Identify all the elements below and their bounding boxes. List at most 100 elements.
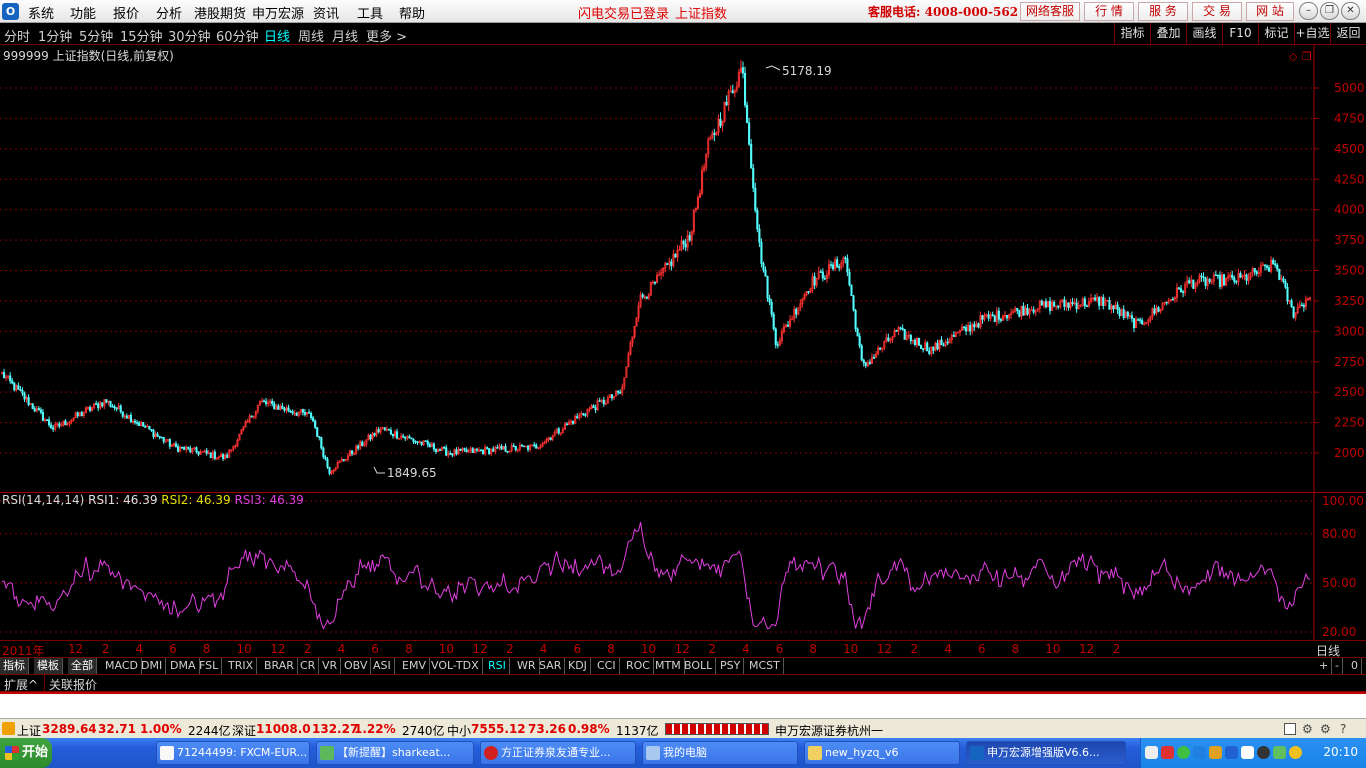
indicator-tab-brar[interactable]: BRAR [261, 658, 298, 675]
task-fxcm[interactable]: 71244499: FXCM-EUR... [156, 741, 310, 765]
indicator-tab-vol-tdx[interactable]: VOL-TDX [428, 658, 483, 675]
indicator-tab-asi[interactable]: ASI [370, 658, 395, 675]
tray-update-icon[interactable] [1289, 746, 1302, 759]
indicator-tab-rsi[interactable]: RSI [485, 658, 510, 675]
login-status: 闪电交易已登录 [578, 7, 670, 22]
toolbar-overlay-button[interactable]: 叠加 [1150, 23, 1186, 45]
indicator-tab-dmi[interactable]: DMI [138, 658, 167, 675]
indicator-tab-sar[interactable]: SAR [536, 658, 566, 675]
period-tick[interactable]: 分时 [4, 26, 30, 45]
indicator-tab-mtm[interactable]: MTM [652, 658, 685, 675]
indicator-tab-全部[interactable]: 全部 [68, 658, 97, 675]
minimize-icon[interactable]: – [1299, 2, 1318, 20]
tray-app2-icon[interactable] [1241, 746, 1254, 759]
toolbar-indicator-button[interactable]: 指标 [1114, 23, 1150, 45]
stock-chart[interactable]: 5000 4750 4500 4250 4000 3750 3500 3250 3000 2750… [0, 45, 1366, 640]
candle-body [1276, 264, 1279, 270]
period-1min[interactable]: 1分钟 [38, 26, 72, 45]
service-button[interactable]: 服 务 [1138, 2, 1188, 21]
period-5min[interactable]: 5分钟 [79, 26, 113, 45]
menu-analysis[interactable]: 分析 [156, 3, 182, 22]
toolbar-draw-button[interactable]: 画线 [1186, 23, 1222, 45]
indicator-tab-mcst[interactable]: MCST [746, 658, 784, 675]
indicator-tab-trix[interactable]: TRIX [225, 658, 258, 675]
candle-body [598, 400, 601, 402]
task-swhy[interactable]: 申万宏源增强版V6.6... [966, 741, 1126, 765]
indicator-tab-cr[interactable]: CR [297, 658, 320, 675]
candle-body [594, 407, 597, 411]
indicator-tab-macd[interactable]: MACD [102, 658, 142, 675]
indicator-tab-cci[interactable]: CCI [594, 658, 620, 675]
menu-tools[interactable]: 工具 [357, 3, 383, 22]
indicator-tab-dma[interactable]: DMA [167, 658, 200, 675]
indicator-tab-boll[interactable]: BOLL [681, 658, 717, 675]
menu-function[interactable]: 功能 [70, 3, 96, 22]
period-daily[interactable]: 日线 [264, 26, 290, 45]
close-icon[interactable]: ✕ [1341, 2, 1360, 20]
indicator-tab-emv[interactable]: EMV [399, 658, 430, 675]
start-button[interactable]: 开始 [0, 738, 52, 768]
tray-keyboard-icon[interactable] [1145, 746, 1158, 759]
indicator-zoom-button[interactable]: 0 [1348, 658, 1362, 675]
chart-window-icon[interactable]: ❐ [1302, 50, 1312, 63]
status-tool2-icon[interactable]: ⚙ [1320, 722, 1331, 736]
indicator-zoom-button[interactable]: - [1332, 658, 1343, 675]
online-service-button[interactable]: 网络客服 [1020, 2, 1080, 21]
tray-app1-icon[interactable] [1209, 746, 1222, 759]
toolbar-back-button[interactable]: 返回 [1330, 23, 1366, 45]
status-tool-icon[interactable]: ⚙ [1302, 722, 1313, 736]
app-logo-icon[interactable]: O [2, 3, 19, 20]
candle-body [713, 132, 716, 136]
menu-system[interactable]: 系统 [28, 3, 54, 22]
period-weekly[interactable]: 周线 [298, 26, 324, 45]
task-fangzheng[interactable]: 方正证券泉友通专业... [480, 741, 636, 765]
candle-body [1116, 304, 1119, 310]
candle-body [176, 446, 180, 452]
candle-body [762, 263, 765, 271]
period-30min[interactable]: 30分钟 [168, 26, 211, 45]
related-quotes-button[interactable]: 关联报价 [49, 676, 97, 693]
candle-body [115, 407, 118, 410]
toolbar-mark-button[interactable]: 标记 [1258, 23, 1294, 45]
chart-settings-icon[interactable]: ◇ [1289, 50, 1298, 63]
tray-app3-icon[interactable] [1257, 746, 1270, 759]
status-window-icon[interactable] [1284, 723, 1296, 735]
menu-help[interactable]: 帮助 [399, 3, 425, 22]
restore-icon[interactable]: ❐ [1320, 2, 1339, 20]
menu-swhy[interactable]: 申万宏源 [252, 3, 304, 22]
indicator-tab-obv[interactable]: OBV [341, 658, 372, 675]
indicator-tab-psy[interactable]: PSY [717, 658, 745, 675]
menu-hk-futures[interactable]: 港股期货 [194, 3, 246, 22]
toolbar-add-favorite-button[interactable]: +自选 [1294, 23, 1330, 45]
task-folder[interactable]: new_hyzq_v6 [804, 741, 960, 765]
menu-info[interactable]: 资讯 [313, 3, 339, 22]
period-15min[interactable]: 15分钟 [120, 26, 163, 45]
indicator-tab-模板[interactable]: 模板 [34, 658, 63, 675]
tray-network-icon[interactable] [1193, 746, 1206, 759]
website-button[interactable]: 网 站 [1246, 2, 1294, 21]
indicator-tab-fsl[interactable]: FSL [196, 658, 223, 675]
indicator-tab-kdj[interactable]: KDJ [565, 658, 591, 675]
indicator-tab-roc[interactable]: ROC [623, 658, 654, 675]
tray-globe-icon[interactable] [1177, 746, 1190, 759]
tray-app4-icon[interactable] [1273, 746, 1286, 759]
task-browser[interactable]: 【新提醒】sharkeat... [316, 741, 474, 765]
trade-button[interactable]: 交 易 [1192, 2, 1242, 21]
tray-bluetooth-icon[interactable] [1225, 746, 1238, 759]
indicator-zoom-button[interactable]: + [1316, 658, 1333, 675]
candlestick-series [0, 60, 1312, 476]
period-more[interactable]: 更多 > [366, 26, 407, 45]
period-monthly[interactable]: 月线 [332, 26, 358, 45]
task-my-computer[interactable]: 我的电脑 [642, 741, 798, 765]
menu-quote[interactable]: 报价 [113, 3, 139, 22]
tray-flag-icon[interactable] [1161, 746, 1174, 759]
expand-button[interactable]: 扩展^ [4, 676, 38, 693]
period-60min[interactable]: 60分钟 [216, 26, 259, 45]
status-help-icon[interactable]: ? [1340, 722, 1346, 736]
toolbar-f10-button[interactable]: F10 [1222, 23, 1258, 45]
indicator-tab-vr[interactable]: VR [319, 658, 342, 675]
market-button[interactable]: 行 情 [1084, 2, 1134, 21]
indicator-tab-指标[interactable]: 指标 [0, 658, 29, 675]
candle-body [265, 401, 268, 404]
candle-body [1022, 305, 1025, 316]
